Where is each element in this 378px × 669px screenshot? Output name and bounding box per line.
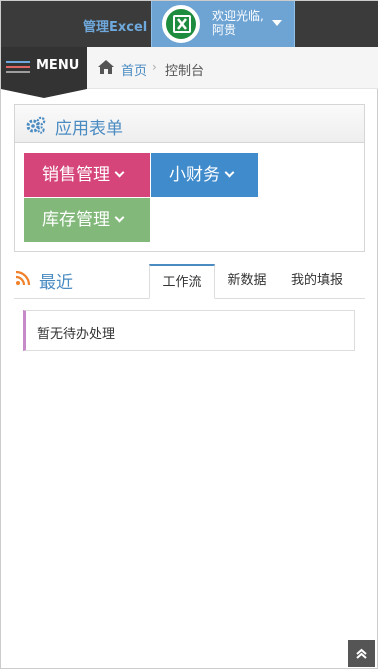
menu-label: MENU (36, 58, 80, 73)
tab-my-submissions[interactable]: 我的填报 (285, 264, 349, 299)
scroll-top-button[interactable] (348, 640, 375, 667)
tile-label: 销售管理 (42, 165, 110, 185)
rss-icon (15, 270, 31, 290)
brand-title[interactable]: 管理Excel (83, 16, 147, 35)
user-name: 阿贵 (212, 23, 237, 37)
apps-panel-header: 应用表单 (15, 105, 364, 143)
hamburger-icon (6, 61, 30, 76)
recent-title: 最近 (39, 273, 73, 293)
excel-icon (166, 9, 196, 39)
tab-workflow[interactable]: 工作流 (149, 264, 215, 299)
breadcrumb-current: 控制台 (165, 64, 205, 79)
breadcrumb-bar: MENU 首页 › 控制台 (1, 47, 378, 98)
home-icon[interactable] (97, 59, 115, 79)
tile-sales-management[interactable]: 销售管理 (24, 153, 150, 197)
tab-new-data[interactable]: 新数据 (221, 264, 273, 299)
caret-down-icon[interactable] (272, 20, 282, 26)
top-navbar: 管理Excel 欢迎光临, 阿贵 (1, 1, 378, 47)
chevron-down-icon (224, 167, 235, 178)
apps-panel-title: 应用表单 (55, 119, 123, 139)
welcome-greeting: 欢迎光临, (212, 9, 264, 23)
gears-icon (26, 116, 46, 138)
chevron-down-icon (114, 167, 125, 178)
welcome-text: 欢迎光临, 阿贵 (212, 9, 264, 37)
chevron-down-icon (114, 212, 125, 223)
breadcrumb-separator: › (152, 60, 157, 74)
tile-label: 库存管理 (42, 210, 110, 230)
double-chevron-up-icon (356, 648, 367, 659)
tile-inventory-management[interactable]: 库存管理 (24, 198, 150, 242)
user-menu[interactable]: 欢迎光临, 阿贵 (151, 1, 295, 47)
avatar (162, 5, 200, 43)
empty-todo-message: 暂无待办处理 (37, 327, 116, 342)
breadcrumb-home-link[interactable]: 首页 (121, 60, 147, 79)
tile-label: 小财务 (169, 165, 220, 185)
menu-button[interactable]: MENU (1, 47, 87, 98)
tile-small-finance[interactable]: 小财务 (151, 153, 258, 197)
apps-panel: 应用表单 销售管理 小财务 库存管理 (14, 104, 365, 252)
empty-todo-notice: 暂无待办处理 (23, 310, 355, 351)
